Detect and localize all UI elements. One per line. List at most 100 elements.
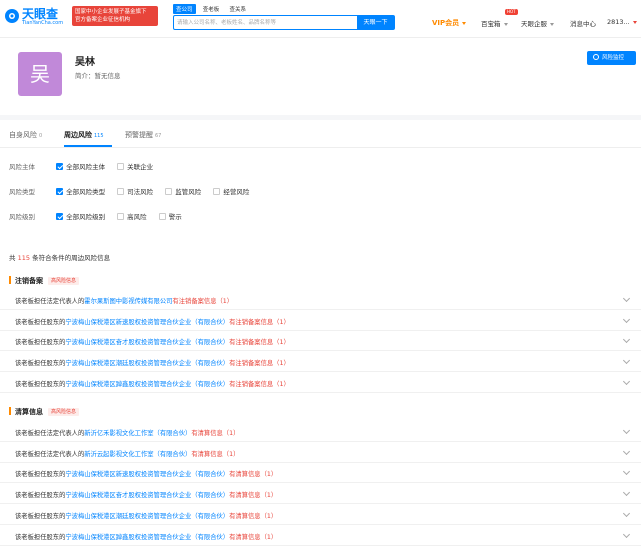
gov-badge-line1: 国家中小企业发展子基金旗下 [75,9,147,15]
search-tab-boss[interactable]: 查老板 [200,4,223,14]
company-link[interactable]: 新沂亿禾影视文化工作室（有限合伙） [84,430,191,437]
company-link[interactable]: 宁波梅山保税港区踔鑫股权投资管理合伙企业（有限合伙） [65,381,229,388]
nav-user-label: 2813... [607,18,630,26]
filter-option[interactable]: 全部风险主体 [56,161,105,171]
risk-row[interactable]: 该老板担任法定代表人的新沂云起影视文化工作室（有限合伙）有清算信息（1） [0,443,641,463]
company-link[interactable]: 宁波梅山保税港区踔鑫股权投资管理合伙企业（有限合伙） [65,534,229,541]
risk-row-text: 该老板担任股东的宁波梅山保税港区新速股权投资管理合伙企业（有限合伙）有注销备案信… [15,317,290,326]
risk-row[interactable]: 该老板担任股东的宁波梅山保税港区踔鑫股权投资管理合伙企业（有限合伙）有注销备案信… [0,373,641,393]
checkbox[interactable] [56,213,64,220]
risk-row-prefix: 该老板担任股东的 [15,339,66,347]
filter-option[interactable]: 监管风险 [165,186,201,196]
company-link[interactable]: 新沂云起影视文化工作室（有限合伙） [84,451,191,458]
company-link[interactable]: 宁波梅山保税港区潮廷股权投资管理合伙企业（有限合伙） [65,513,229,520]
nav-enterprise-label: 天眼企服 [521,20,547,28]
checkbox[interactable] [117,163,125,170]
site-logo[interactable]: 天眼查 TianYanCha.com [4,5,70,31]
risk-row[interactable]: 该老板担任股东的宁波梅山保税港区踔鑫股权投资管理合伙企业（有限合伙）有清算信息（… [0,526,641,546]
checkbox[interactable] [56,188,64,195]
risk-row[interactable]: 该老板担任股东的宁波梅山保税港区奋才股权投资管理合伙企业（有限合伙）有清算信息（… [0,484,641,505]
chevron-down-icon[interactable] [622,336,631,344]
chevron-down-icon[interactable] [622,530,631,538]
company-link[interactable]: 宁波梅山保税港区潮廷股权投资管理合伙企业（有限合伙） [65,360,229,367]
company-link[interactable]: 宁波梅山保税港区奋才股权投资管理合伙企业（有限合伙） [65,339,229,346]
risk-monitor-button[interactable]: 风险监控 [587,51,636,65]
chevron-down-icon[interactable] [622,377,631,385]
risk-row-text: 该老板担任法定代表人的新沂云起影视文化工作室（有限合伙）有清算信息（1） [15,449,239,458]
filter-option[interactable]: 高风险 [117,211,147,221]
search-tab-relation[interactable]: 查关系 [227,4,250,14]
filter-option[interactable]: 司法风险 [117,186,153,196]
chevron-down-icon[interactable] [622,426,631,435]
risk-info-link[interactable]: 有清算信息（1） [229,492,277,499]
chevron-down-icon [632,20,637,24]
risk-info-link[interactable]: 有注销备案信息（1） [172,298,233,305]
risk-row[interactable]: 该老板担任股东的宁波梅山保税港区潮廷股权投资管理合伙企业（有限合伙）有注销备案信… [0,352,641,373]
risk-info-link[interactable]: 有注销备案信息（1） [229,339,290,346]
tab-self-risk[interactable]: 自身风险 0 [9,130,42,140]
filter-option[interactable]: 关联企业 [117,161,153,171]
search-input[interactable] [174,16,358,29]
risk-row-text: 该老板担任股东的宁波梅山保税港区潮廷股权投资管理合伙企业（有限合伙）有注销备案信… [15,358,290,367]
nav-messages[interactable]: 消息中心 [570,18,596,28]
section-title: 注销备案 [15,277,43,285]
checkbox[interactable] [165,188,173,195]
risk-info-link[interactable]: 有清算信息（1） [191,430,239,437]
company-link[interactable]: 宁波梅山保税港区奋才股权投资管理合伙企业（有限合伙） [65,492,229,499]
search-box: 天眼一下 [173,15,395,30]
risk-row-prefix: 该老板担任股东的 [15,380,66,388]
nav-baibao[interactable]: 百宝箱 [481,18,508,28]
filter-option[interactable]: 经营风险 [213,186,249,196]
high-risk-tag: 高风险信息 [48,277,80,285]
chevron-down-icon[interactable] [622,294,631,303]
risk-row-prefix: 该老板担任法定代表人的 [15,298,85,305]
checkbox[interactable] [117,188,125,195]
chevron-down-icon[interactable] [622,357,631,365]
chevron-down-icon[interactable] [622,315,631,323]
risk-row[interactable]: 该老板担任法定代表人的霍尔果斯图中影视传媒有限公司有注销备案信息（1） [0,290,641,310]
risk-info-link[interactable]: 有清算信息（1） [229,534,277,541]
checkbox[interactable] [117,213,125,220]
checkbox[interactable] [213,188,221,195]
risk-info-link[interactable]: 有注销备案信息（1） [229,360,290,367]
search-button[interactable]: 天眼一下 [357,16,394,29]
chevron-down-icon[interactable] [622,489,631,497]
filter-option[interactable]: 全部风险类型 [56,186,105,196]
risk-info-link[interactable]: 有清算信息（1） [191,451,239,458]
risk-info-link[interactable]: 有清算信息（1） [229,513,277,520]
tab-surrounding-risk[interactable]: 周边风险 115 [64,130,104,140]
chevron-down-icon [462,21,467,25]
risk-row[interactable]: 该老板担任股东的宁波梅山保税港区奋才股权投资管理合伙企业（有限合伙）有注销备案信… [0,331,641,352]
company-link[interactable]: 宁波梅山保税港区新速股权投资管理合伙企业（有限合伙） [65,471,229,478]
chevron-down-icon [503,22,508,26]
active-tab-indicator [64,145,112,147]
filter-option[interactable]: 全部风险级别 [56,211,105,221]
filter-risk-type: 风险类型 全部风险类型 司法风险 监管风险 经营风险 [9,186,259,198]
nav-enterprise[interactable]: 天眼企服 [521,18,554,28]
high-risk-tag: 高风险信息 [48,408,80,416]
nav-user[interactable]: 2813... [607,18,637,26]
tab-label: 自身风险 [9,131,37,139]
checkbox[interactable] [56,163,64,170]
nav-baibao-label: 百宝箱 [481,20,501,28]
chevron-down-icon[interactable] [622,447,631,455]
risk-info-link[interactable]: 有注销备案信息（1） [229,381,290,388]
tab-warning[interactable]: 预警提醒 67 [125,130,161,140]
filter-option[interactable]: 警示 [158,211,182,221]
risk-row[interactable]: 该老板担任股东的宁波梅山保税港区新速股权投资管理合伙企业（有限合伙）有注销备案信… [0,311,641,331]
company-link[interactable]: 宁波梅山保税港区新速股权投资管理合伙企业（有限合伙） [65,319,229,326]
risk-row[interactable]: 该老板担任股东的宁波梅山保税港区潮廷股权投资管理合伙企业（有限合伙）有清算信息（… [0,505,641,525]
checkbox[interactable] [158,213,166,220]
risk-row[interactable]: 该老板担任股东的宁波梅山保税港区新速股权投资管理合伙企业（有限合伙）有清算信息（… [0,463,641,484]
company-link[interactable]: 霍尔果斯图中影视传媒有限公司 [84,298,172,305]
chevron-down-icon[interactable] [622,468,631,476]
option-label: 全部风险类型 [66,188,106,196]
chevron-down-icon[interactable] [622,509,631,517]
risk-monitor-label: 风险监控 [602,55,625,61]
risk-info-link[interactable]: 有清算信息（1） [229,471,277,478]
risk-row-prefix: 该老板担任法定代表人的 [15,450,85,458]
search-tab-company[interactable]: 查公司 [173,4,196,14]
risk-info-link[interactable]: 有注销备案信息（1） [229,319,290,326]
nav-vip[interactable]: VIP会员 [432,18,467,28]
risk-row[interactable]: 该老板担任法定代表人的新沂亿禾影视文化工作室（有限合伙）有清算信息（1） [0,422,641,442]
